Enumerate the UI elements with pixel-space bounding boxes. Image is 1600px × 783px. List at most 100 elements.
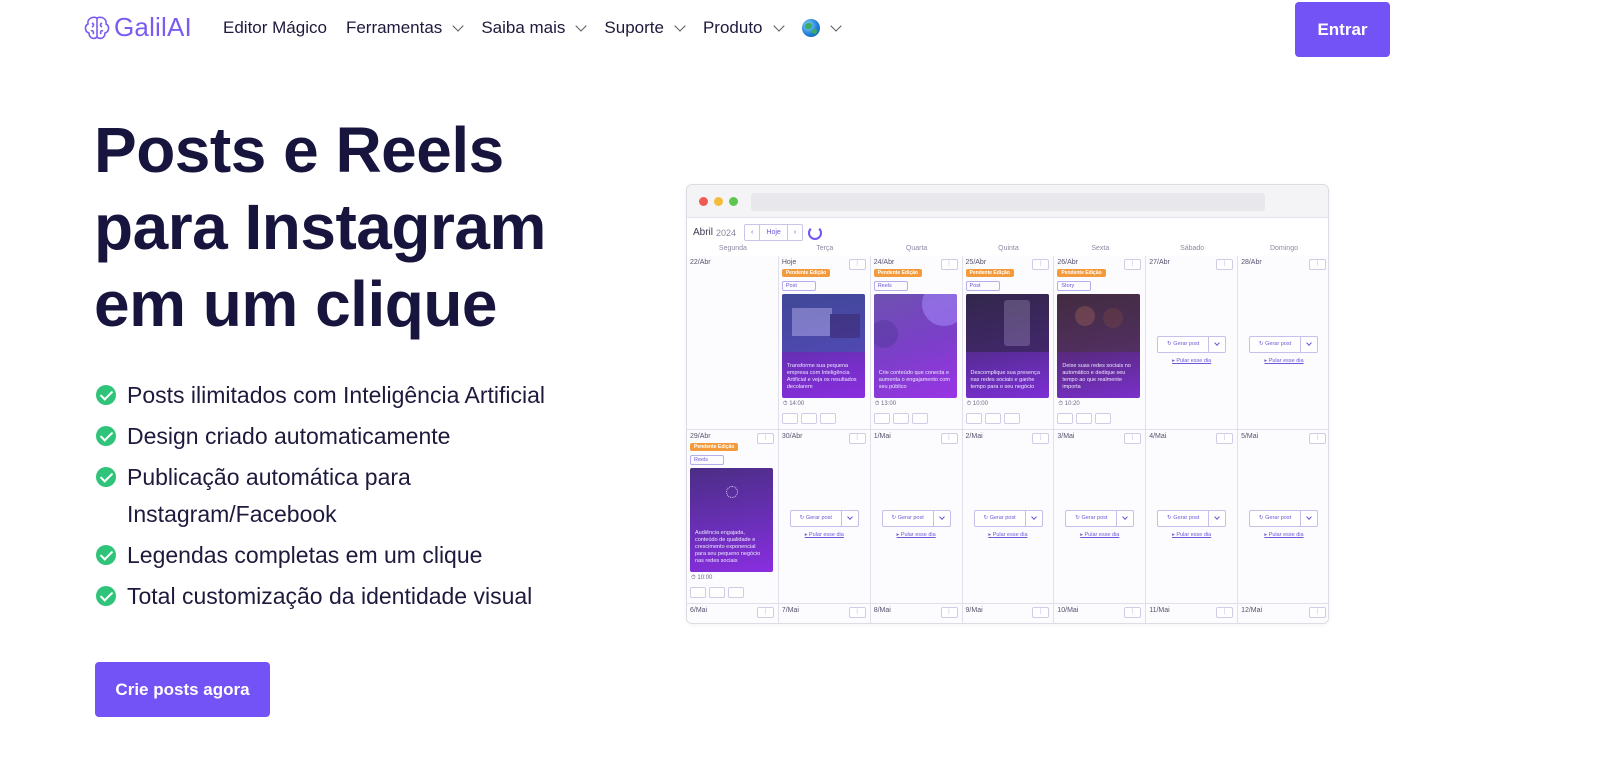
post-time: ⏱ 14:00: [782, 401, 805, 407]
post-type-select: Post: [965, 281, 1000, 291]
generate-post-control: ↻ Gerar post: [973, 510, 1043, 527]
hero-title: Posts e Reels para Instagram em um cliqu…: [94, 112, 654, 343]
generate-post-button: ↻ Gerar post: [881, 510, 934, 527]
post-type-select: Reels: [690, 455, 724, 465]
day-number: 27/Abr: [1149, 259, 1170, 266]
chevron-down-icon: [772, 19, 785, 32]
day-number: 8/Mai: [873, 607, 891, 614]
day-number: 7/Mai: [781, 607, 799, 614]
skip-day-link: ▸ Pular esse dia: [1264, 358, 1304, 364]
hero-title-line: Posts e Reels: [94, 114, 504, 186]
skip-label: Pular esse dia: [992, 532, 1028, 538]
calendar-day-cell: 12/Mai ⋮: [1238, 604, 1328, 623]
hero-title-line: para Instagram: [94, 191, 546, 263]
generate-post-button: ↻ Gerar post: [1249, 336, 1302, 353]
calendar-day-cell: 4/Mai ⋮ ↻ Gerar post ▸ Pular esse dia: [1146, 430, 1239, 604]
language-selector[interactable]: [801, 19, 842, 37]
menu-item-saiba-mais[interactable]: Saiba mais: [481, 18, 588, 38]
brain-logo-icon: [84, 16, 110, 39]
edit-icon: [690, 587, 706, 598]
time-text: 10:00: [972, 401, 988, 407]
time-text: 10:20: [1064, 401, 1080, 407]
post-caption: Descomplique sua presença nas redes soci…: [970, 370, 1040, 390]
more-icon: ⋮: [940, 607, 958, 618]
more-icon: ⋮: [848, 607, 866, 618]
window-maximize-dot: [729, 197, 738, 206]
more-icon: ⋮: [1308, 607, 1326, 618]
day-number: 26/Abr: [1057, 259, 1078, 266]
more-icon: ⋮: [1124, 259, 1142, 270]
skip-label: Pular esse dia: [1268, 358, 1304, 364]
post-actions: [873, 413, 931, 424]
calendar-day-cell: 3/Mai ⋮ ↻ Gerar post ▸ Pular esse dia: [1054, 430, 1147, 604]
calendar-day-cell: 22/Abr: [687, 256, 779, 430]
chevron-down-icon: [829, 19, 842, 32]
login-button[interactable]: Entrar: [1295, 2, 1390, 57]
feature-item: Posts ilimitados com Inteligência Artifi…: [96, 377, 616, 414]
menu-item-suporte[interactable]: Suporte: [604, 18, 686, 38]
feature-item: Total customização da identidade visual: [96, 578, 616, 615]
skip-label: Pular esse dia: [1084, 532, 1120, 538]
generate-post-control: ↻ Gerar post: [1249, 510, 1319, 527]
chevron-down-icon: [1301, 336, 1319, 353]
day-number: 24/Abr: [873, 259, 895, 266]
generate-label: Gerar post: [1173, 341, 1200, 347]
weekday-label: Quinta: [998, 245, 1019, 252]
edit-icon: [873, 413, 890, 424]
generate-post-button: ↻ Gerar post: [1249, 510, 1302, 527]
calendar-header: Abril 2024 ‹ Hoje ›: [693, 224, 823, 241]
day-number: 11/Mai: [1149, 607, 1170, 614]
calendar-day-cell: 5/Mai ⋮ ↻ Gerar post ▸ Pular esse dia: [1238, 430, 1328, 604]
more-icon: [911, 413, 928, 424]
generate-post-button: ↻ Gerar post: [1157, 510, 1210, 527]
generate-post-control: ↻ Gerar post: [1157, 510, 1227, 527]
post-caption: Transforme sua pequena empresa com Intel…: [786, 363, 857, 390]
post-time: ⏱ 10:00: [691, 575, 713, 581]
menu-item-produto[interactable]: Produto: [703, 18, 785, 38]
more-icon: ⋮: [940, 433, 958, 444]
loading-spinner-icon: [808, 225, 823, 240]
weekday-header: Segunda Terça Quarta Quinta Sexta Sábado…: [687, 245, 1328, 255]
weekday-label: Terça: [816, 245, 834, 252]
day-number: 25/Abr: [965, 259, 987, 266]
generate-post-control: ↻ Gerar post: [789, 510, 859, 527]
calendar-day-cell: 26/Abr ⋮ Pendente Edição Story Deixe sua…: [1054, 256, 1147, 430]
hero-title-line: em um clique: [94, 268, 498, 340]
weekday-label: Segunda: [718, 245, 747, 252]
more-icon: ⋮: [1032, 433, 1050, 444]
post-actions: [690, 587, 747, 598]
check-circle-icon: [96, 385, 116, 405]
day-number: 5/Mai: [1241, 433, 1259, 440]
more-icon: [1095, 413, 1112, 424]
more-icon: ⋮: [1216, 433, 1234, 444]
refresh-icon: [892, 413, 909, 424]
status-badge: Pendente Edição: [690, 443, 739, 451]
generate-post-control: ↻ Gerar post: [881, 510, 951, 527]
weekday-label: Sábado: [1180, 245, 1205, 252]
more-icon: ⋮: [1216, 259, 1234, 270]
generate-post-button: ↻ Gerar post: [789, 510, 842, 527]
calendar-day-cell: 7/Mai ⋮: [778, 604, 871, 623]
calendar-mockup: Abril 2024 ‹ Hoje › Segunda Terça Quarta…: [686, 184, 1329, 624]
calendar-day-cell: 25/Abr ⋮ Pendente Edição Post Descompliq…: [962, 256, 1055, 430]
generate-post-control: ↻ Gerar post: [1065, 510, 1135, 527]
chevron-down-icon: [1117, 510, 1135, 527]
day-number: 2/Mai: [965, 433, 983, 440]
edit-icon: [965, 413, 982, 424]
status-badge: Pendente Edição: [781, 269, 831, 277]
refresh-icon: [984, 413, 1001, 424]
post-type-select: Reels: [873, 281, 908, 291]
more-icon: ⋮: [1308, 433, 1326, 444]
generate-post-button: ↻ Gerar post: [1157, 336, 1210, 353]
calendar-grid: 22/Abr Hoje ⋮ Pendente Edição Post Trans…: [687, 256, 1328, 623]
create-posts-button[interactable]: Crie posts agora: [95, 662, 270, 717]
top-nav: GalilAI Editor Mágico Ferramentas Saiba …: [0, 0, 1600, 60]
logo[interactable]: GalilAI: [82, 12, 192, 43]
skip-day-link: ▸ Pular esse dia: [1264, 532, 1304, 538]
calendar-week-row: 22/Abr Hoje ⋮ Pendente Edição Post Trans…: [687, 256, 1328, 430]
skip-label: Pular esse dia: [1176, 358, 1212, 364]
feature-list: Posts ilimitados com Inteligência Artifi…: [96, 377, 616, 619]
menu-item-editor-magico[interactable]: Editor Mágico: [223, 18, 327, 38]
post-thumbnail: Transforme sua pequena empresa com Intel…: [781, 294, 865, 398]
menu-item-ferramentas[interactable]: Ferramentas: [346, 18, 464, 38]
